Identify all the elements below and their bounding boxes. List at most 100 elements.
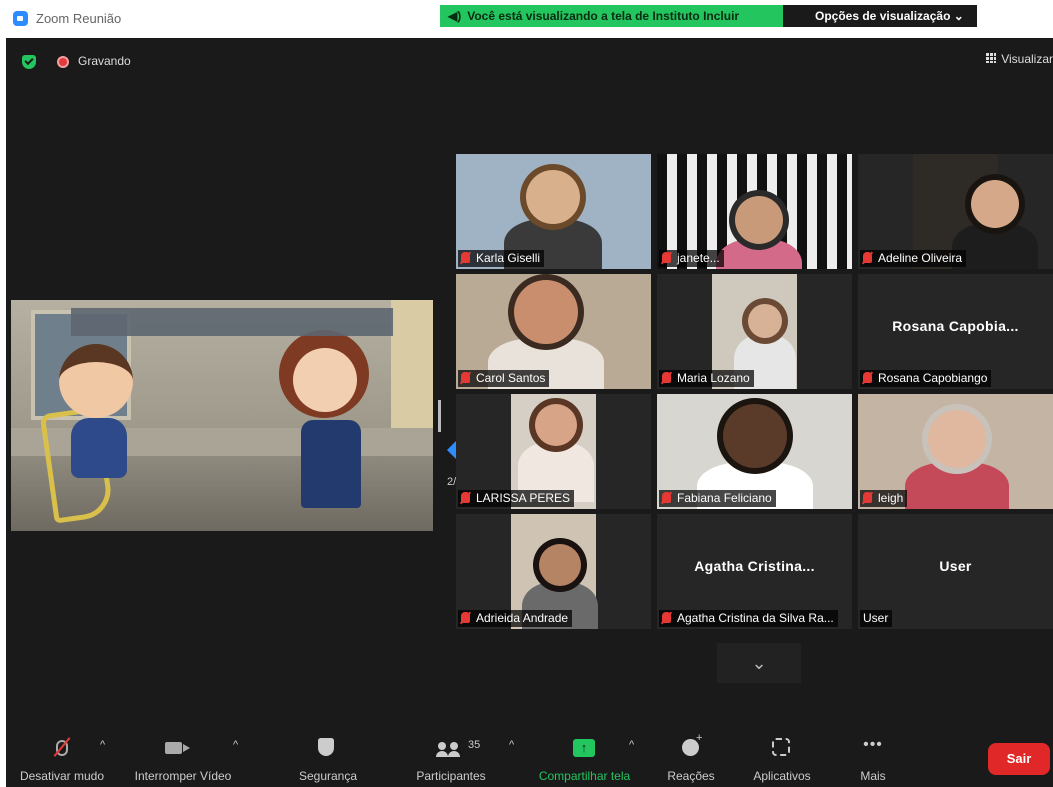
more-dots-icon: •••	[863, 736, 883, 753]
participant-face	[535, 404, 577, 446]
participant-tile[interactable]: Agatha Cristina... Agatha Cristina da Sil…	[657, 514, 852, 629]
share-banner-text: Você está visualizando a tela de Institu…	[467, 9, 740, 23]
participant-name-tag: User	[860, 610, 893, 627]
participant-name: Karla Giselli	[476, 251, 541, 265]
apps-button[interactable]: Aplicativos	[747, 730, 817, 787]
participant-name: User	[863, 611, 889, 625]
grid-icon	[986, 53, 997, 63]
caret-up-icon[interactable]: ^	[629, 739, 634, 751]
shared-screen-content	[11, 300, 433, 531]
caret-up-icon[interactable]: ^	[509, 739, 514, 751]
share-screen-button[interactable]: ↑ ^ Compartilhar tela	[533, 730, 636, 787]
participant-name: Adrieida Andrade	[476, 611, 569, 625]
video-camera-icon	[165, 742, 182, 754]
participant-display-name: Agatha Cristina...	[694, 558, 815, 574]
participant-name-tag: Fabiana Feliciano	[659, 490, 776, 507]
participants-button[interactable]: 35 ^ Participantes	[411, 730, 514, 787]
participants-count: 35	[468, 739, 481, 751]
stop-video-button[interactable]: ^ Interromper Vídeo	[121, 730, 245, 787]
participant-name-tag: Rosana Capobiango	[860, 370, 992, 387]
title-bar: Zoom Reunião ◀) Você está visualizando a …	[0, 0, 1053, 38]
muted-microphone-icon	[461, 252, 470, 263]
meeting-toolbar: ^ Desativar mudo ^ Interromper Vídeo Seg…	[6, 730, 1053, 787]
participant-tile[interactable]: Adeline Oliveira	[858, 154, 1053, 269]
participant-tile[interactable]: Rosana Capobia... Rosana Capobiango	[858, 274, 1053, 389]
view-layout-button[interactable]: Visualizar	[986, 52, 1053, 66]
participant-name-tag: janete...	[659, 250, 724, 267]
participant-name: Adeline Oliveira	[878, 251, 963, 265]
screen-share-banner: ◀) Você está visualizando a tela de Insti…	[440, 5, 783, 27]
muted-microphone-icon	[863, 252, 872, 263]
participant-name: Agatha Cristina da Silva Ra...	[677, 611, 834, 625]
apps-label: Aplicativos	[753, 769, 811, 783]
girl-figure-head	[293, 348, 357, 412]
participant-name-tag: Karla Giselli	[458, 250, 545, 267]
muted-microphone-icon	[461, 612, 470, 623]
participant-face	[526, 170, 580, 224]
girl-figure-body	[301, 420, 361, 508]
participant-display-name: Rosana Capobia...	[892, 318, 1019, 334]
unmute-button[interactable]: ^ Desativar mudo	[6, 730, 118, 787]
participant-tile[interactable]: Carol Santos	[456, 274, 651, 389]
window-title: Zoom Reunião	[36, 11, 122, 26]
caret-up-icon[interactable]: ^	[233, 739, 238, 751]
gallery-view: Karla Giselli janete... Adeline Oliveira Ca…	[456, 154, 1053, 632]
smiley-reaction-icon	[682, 732, 702, 756]
muted-microphone-icon	[461, 372, 470, 383]
panel-splitter[interactable]	[438, 400, 441, 432]
participant-tile[interactable]: User User	[858, 514, 1053, 629]
participant-tile[interactable]: Maria Lozano	[657, 274, 852, 389]
participant-name-tag: Agatha Cristina da Silva Ra...	[659, 610, 838, 627]
participant-name-tag: Adrieida Andrade	[458, 610, 573, 627]
participant-face	[928, 410, 986, 468]
participant-face	[971, 180, 1019, 228]
participant-face	[748, 304, 782, 338]
participants-icon	[436, 742, 460, 757]
reactions-label: Reações	[667, 769, 715, 783]
muted-microphone-icon	[662, 252, 671, 263]
view-options-button[interactable]: Opções de visualização ⌄	[783, 5, 977, 27]
security-label: Segurança	[298, 769, 358, 783]
more-label: Mais	[860, 769, 886, 783]
participant-tile[interactable]: Karla Giselli	[456, 154, 651, 269]
encryption-shield-icon[interactable]	[22, 55, 36, 69]
muted-microphone-icon	[863, 372, 872, 383]
unmute-label: Desativar mudo	[19, 769, 105, 783]
muted-microphone-icon	[461, 492, 470, 503]
participant-face	[735, 196, 783, 244]
participant-name: Maria Lozano	[677, 371, 750, 385]
participant-tile[interactable]: Fabiana Feliciano	[657, 394, 852, 509]
participant-name-tag: Adeline Oliveira	[860, 250, 967, 267]
boy-figure-head	[59, 344, 133, 418]
recording-label: Gravando	[78, 54, 131, 68]
muted-microphone-icon	[863, 492, 872, 503]
meeting-area: Gravando Visualizar 2/2 Karla Giselli jan…	[6, 38, 1053, 787]
view-layout-label: Visualizar	[1001, 52, 1053, 66]
zoom-app-icon	[13, 11, 28, 26]
participant-tile[interactable]: Adrieida Andrade	[456, 514, 651, 629]
chevron-down-icon[interactable]: ⌄	[717, 643, 801, 683]
security-button[interactable]: Segurança	[297, 730, 359, 787]
participant-name-tag: Maria Lozano	[659, 370, 754, 387]
participant-name: Carol Santos	[476, 371, 546, 385]
participant-tile[interactable]: leigh	[858, 394, 1053, 509]
share-screen-arrow-icon: ↑	[573, 739, 595, 757]
stop-video-label: Interromper Vídeo	[134, 769, 232, 783]
participant-name: Fabiana Feliciano	[677, 491, 772, 505]
participant-face	[723, 404, 787, 468]
leave-meeting-button[interactable]: Sair	[988, 743, 1050, 775]
more-button[interactable]: ••• Mais	[853, 730, 893, 787]
muted-microphone-icon	[662, 612, 671, 623]
participant-name: leigh	[878, 491, 904, 505]
participant-display-name: User	[939, 558, 972, 574]
speaker-icon: ◀)	[448, 9, 462, 23]
reactions-button[interactable]: Reações	[665, 730, 717, 787]
participant-tile[interactable]: LARISSA PERES	[456, 394, 651, 509]
redaction-bar	[71, 308, 393, 336]
recording-icon	[57, 56, 69, 68]
muted-microphone-icon	[662, 492, 671, 503]
participant-face	[514, 280, 578, 344]
caret-up-icon[interactable]: ^	[100, 739, 105, 751]
apps-icon	[772, 738, 790, 756]
participant-tile[interactable]: janete...	[657, 154, 852, 269]
